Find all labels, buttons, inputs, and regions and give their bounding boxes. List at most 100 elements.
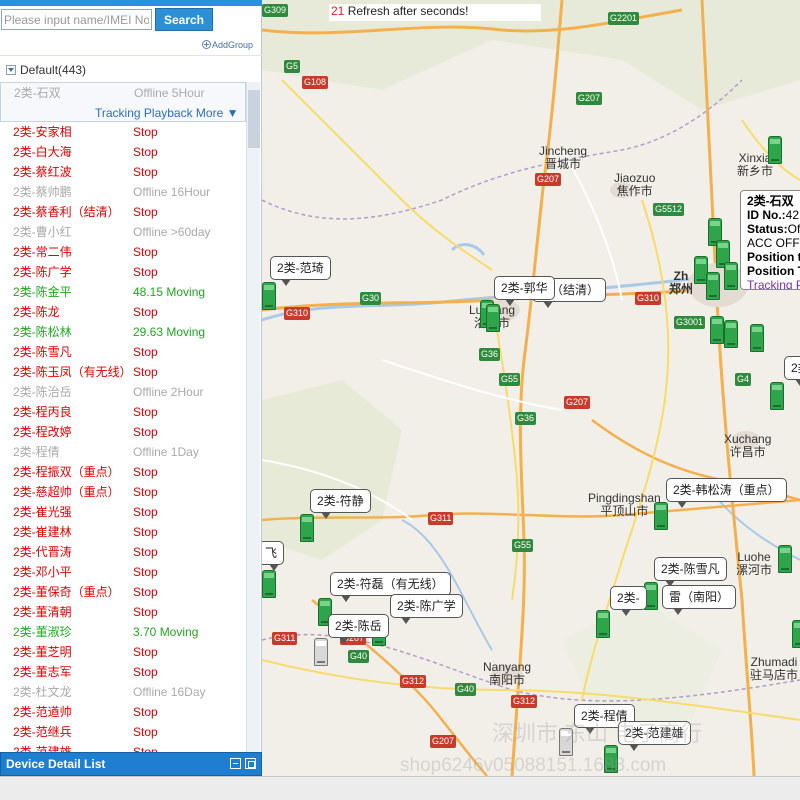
device-row[interactable]: 2类-安家相 Stop xyxy=(0,122,246,142)
city-label: Pingdingshan 平顶山市 xyxy=(588,492,661,518)
vehicle-marker[interactable] xyxy=(724,320,738,348)
divider xyxy=(0,55,262,56)
popup-title: 2类-石双 xyxy=(747,194,794,208)
device-row[interactable]: 2类-董淑珍 3.70 Moving xyxy=(0,622,246,642)
vehicle-info-popup: 2类-石双 ID No.:42 Status:Of ACC OFF Positi… xyxy=(740,190,800,290)
vehicle-marker[interactable] xyxy=(654,502,668,530)
vehicle-marker[interactable] xyxy=(486,304,500,332)
vehicle-label[interactable]: 2类-陈广学 xyxy=(390,594,463,624)
device-row[interactable]: 2类-邓小平 Stop xyxy=(0,562,246,582)
device-row[interactable]: 2类-程振双（重点） Stop xyxy=(0,462,246,482)
search-input[interactable] xyxy=(1,9,152,30)
collapse-icon[interactable] xyxy=(6,65,16,75)
search-button[interactable]: Search xyxy=(155,8,213,31)
device-row[interactable]: 2类-崔建林 Stop xyxy=(0,522,246,542)
vehicle-marker[interactable] xyxy=(300,514,314,542)
road-shield: G36 xyxy=(479,348,501,361)
device-row[interactable]: 2类-蔡香利（结清） Stop xyxy=(0,202,246,222)
device-row[interactable]: 2类-陈松林 29.63 Moving xyxy=(0,322,246,342)
device-row[interactable]: 2类-程丙良 Stop xyxy=(0,402,246,422)
road-shield: G310 xyxy=(284,307,311,320)
popup-id-row: ID No.:42 xyxy=(747,208,800,222)
device-row[interactable]: 2类-崔光强 Stop xyxy=(0,502,246,522)
device-status: Stop xyxy=(133,545,158,559)
map-view[interactable]: 21 Refresh after seconds! Jincheng 晋城市 Ji… xyxy=(262,0,800,776)
scrollbar[interactable] xyxy=(246,82,260,752)
vehicle-marker[interactable] xyxy=(262,282,276,310)
device-row[interactable]: 2类-范继兵 Stop xyxy=(0,722,246,742)
vehicle-label[interactable]: 飞 xyxy=(262,541,285,571)
vehicle-marker[interactable] xyxy=(710,316,724,344)
device-row[interactable]: 2类-董清朝 Stop xyxy=(0,602,246,622)
city-label: Luohe 漯河市 xyxy=(736,551,772,577)
popup-position-type: Position T xyxy=(747,264,800,278)
vehicle-marker[interactable] xyxy=(596,610,610,638)
vehicle-label[interactable]: 雷（南阳） xyxy=(662,585,737,615)
device-row[interactable]: 2类-慈超帅（重点） Stop xyxy=(0,482,246,502)
device-status: Stop xyxy=(133,585,158,599)
group-header[interactable]: Default(443) xyxy=(6,63,86,77)
vehicle-label[interactable]: 2类- xyxy=(784,356,800,386)
device-row[interactable]: 2类-曹小红 Offline >60day xyxy=(0,222,246,242)
device-status: Offline 5Hour xyxy=(134,86,205,100)
vehicle-label[interactable]: 2类-郭华 xyxy=(494,276,555,306)
vehicle-label[interactable]: 2类- xyxy=(610,586,647,616)
plus-icon xyxy=(202,40,211,49)
road-shield: G207 xyxy=(535,173,562,186)
device-row[interactable]: 2类-程倩 Offline 1Day xyxy=(0,442,246,462)
city-label: Zh 郑州 xyxy=(669,270,693,296)
vehicle-marker[interactable] xyxy=(262,570,276,598)
device-row[interactable]: 2类-陈治岳 Offline 2Hour xyxy=(0,382,246,402)
vehicle-label[interactable]: 2类-范琦 xyxy=(270,256,331,286)
device-row[interactable]: 2类-蔡帅鹏 Offline 16Hour xyxy=(0,182,246,202)
popup-playback-link[interactable]: P xyxy=(796,278,800,289)
device-name: 2类-蔡红波 xyxy=(13,165,72,179)
device-status: Offline 1Day xyxy=(133,445,199,459)
device-name: 2类-陈广学 xyxy=(13,265,72,279)
device-row[interactable]: 2类-陈广学 Stop xyxy=(0,262,246,282)
road-shield: G36 xyxy=(515,412,537,425)
device-row[interactable]: 2类-陈雪凡 Stop xyxy=(0,342,246,362)
vehicle-marker-offline[interactable] xyxy=(314,638,328,666)
device-row[interactable]: 2类-程改婷 Stop xyxy=(0,422,246,442)
vehicle-label[interactable]: 2类-符磊（有无线） xyxy=(330,572,451,602)
add-group-link[interactable]: AddGroup xyxy=(202,40,253,50)
device-row-selected[interactable]: 2类-石双 Offline 5Hour Tracking Playback Mo… xyxy=(0,82,246,122)
vehicle-label[interactable]: 2类-符静 xyxy=(310,489,371,519)
vehicle-marker[interactable] xyxy=(750,324,764,352)
device-row[interactable]: 2类-蔡红波 Stop xyxy=(0,162,246,182)
device-status: Stop xyxy=(133,725,158,739)
vehicle-marker[interactable] xyxy=(778,545,792,573)
device-row[interactable]: 2类-范遒帅 Stop xyxy=(0,702,246,722)
device-row[interactable]: 2类-陈金平 48.15 Moving xyxy=(0,282,246,302)
device-row[interactable]: 2类-陈玉凤（有无线） Stop xyxy=(0,362,246,382)
device-detail-list-bar[interactable]: Device Detail List xyxy=(0,752,262,776)
popup-tracking-link[interactable]: Tracking xyxy=(747,278,793,289)
device-row[interactable]: 2类-董志军 Stop xyxy=(0,662,246,682)
vehicle-label[interactable]: 2类-韩松涛（重点） xyxy=(666,478,787,508)
device-row[interactable]: 2类-董保奇（重点） Stop xyxy=(0,582,246,602)
device-row[interactable]: 2类-代晋涛 Stop xyxy=(0,542,246,562)
vehicle-marker[interactable] xyxy=(706,272,720,300)
device-row[interactable]: 2类-范建雄 Stop xyxy=(0,742,246,752)
device-row[interactable]: 2类-董芝明 Stop xyxy=(0,642,246,662)
device-name: 2类-董淑珍 xyxy=(13,625,72,639)
vehicle-marker[interactable] xyxy=(770,382,784,410)
device-row[interactable]: 2类-白大海 Stop xyxy=(0,142,246,162)
vehicle-marker[interactable] xyxy=(768,136,782,164)
vehicle-label[interactable]: 2类-陈岳 xyxy=(328,614,389,644)
device-name: 2类-陈雪凡 xyxy=(13,345,72,359)
vehicle-marker[interactable] xyxy=(724,262,738,290)
device-row[interactable]: 2类-杜文龙 Offline 16Day xyxy=(0,682,246,702)
device-name: 2类-邓小平 xyxy=(13,565,72,579)
device-row[interactable]: 2类-常二伟 Stop xyxy=(0,242,246,262)
vehicle-marker[interactable] xyxy=(792,620,800,648)
popup-status-label: Status: xyxy=(747,222,788,236)
scroll-thumb[interactable] xyxy=(248,90,260,148)
minimize-icon[interactable] xyxy=(230,758,241,769)
maximize-icon[interactable] xyxy=(245,758,256,769)
group-label: Default(443) xyxy=(20,63,87,77)
vehicle-label[interactable]: 2类-陈雪凡 xyxy=(654,557,727,587)
device-row[interactable]: 2类-陈龙 Stop xyxy=(0,302,246,322)
device-actions-links[interactable]: Tracking Playback More ▼ xyxy=(95,103,238,123)
